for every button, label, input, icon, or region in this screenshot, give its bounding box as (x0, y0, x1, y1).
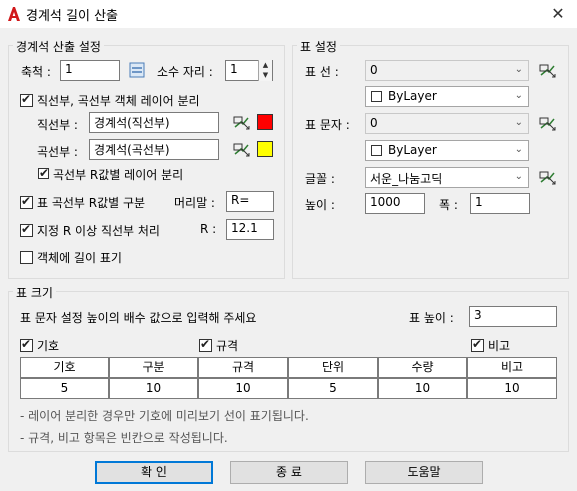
column-width-input[interactable]: 10 (467, 378, 557, 399)
font-combo[interactable]: 서운_나눔고딕 ⌄ (365, 167, 529, 188)
column-header: 구분 (109, 357, 198, 378)
split-layer-label: 직선부, 곡선부 객체 레이어 분리 (37, 94, 200, 108)
column-width-input[interactable]: 10 (198, 378, 288, 399)
table-curve-label: 표 곡선부 R값별 구분 (37, 196, 146, 210)
table-size-legend: 표 크기 (13, 284, 56, 301)
curve-label: 곡선부 : (37, 145, 78, 159)
text-layer-combo[interactable]: 0 ⌄ (365, 113, 529, 134)
spin-down-icon[interactable]: ▼ (259, 70, 272, 80)
calculator-icon[interactable] (129, 62, 145, 78)
settings-icon[interactable] (539, 168, 557, 186)
chevron-down-icon: ⌄ (514, 64, 523, 75)
scale-input[interactable]: 1 (60, 60, 120, 81)
show-length-label: 객체에 길이 표기 (37, 251, 122, 265)
text-color-value: ByLayer (388, 143, 437, 157)
text-width-input[interactable]: 1 (470, 193, 530, 214)
font-label: 글꼴 : (305, 172, 335, 186)
curve-r-split-label: 곡선부 R값별 레이어 분리 (53, 168, 184, 182)
remark-check-label: 비고 (488, 339, 511, 353)
width-label: 폭 : (439, 198, 458, 212)
r-over-checkbox[interactable] (20, 222, 33, 237)
calc-settings-legend: 경계석 산출 설정 (13, 38, 104, 55)
r-input[interactable]: 12.1 (226, 219, 274, 240)
column-header: 단위 (288, 357, 378, 378)
column-width-input[interactable]: 10 (109, 378, 198, 399)
column-width-input[interactable]: 5 (20, 378, 109, 399)
window-title: 경계석 길이 산출 (26, 9, 118, 24)
column-header: 규격 (198, 357, 288, 378)
column-width-input[interactable]: 10 (378, 378, 467, 399)
line-layer-combo[interactable]: 0 ⌄ (365, 60, 529, 81)
column-width-input[interactable]: 5 (288, 378, 378, 399)
curve-color-swatch[interactable] (257, 141, 273, 157)
close-button[interactable]: ✕ (547, 3, 569, 25)
column-header: 기호 (20, 357, 109, 378)
line-label: 표 선 : (305, 65, 339, 79)
show-length-checkbox[interactable] (20, 251, 33, 264)
straight-layer-input[interactable]: 경계석(직선부) (89, 112, 219, 133)
text-color-combo[interactable]: ByLayer ⌄ (365, 140, 529, 161)
split-layer-checkbox[interactable] (20, 92, 33, 107)
remark-checkbox[interactable] (471, 337, 484, 352)
r-over-label: 지정 R 이상 직선부 처리 (37, 224, 160, 238)
prefix-label: 머리말 : (174, 196, 215, 210)
column-header: 수량 (378, 357, 467, 378)
scale-label: 축척 : (21, 65, 51, 79)
line-color-value: ByLayer (388, 89, 437, 103)
chevron-down-icon: ⌄ (514, 117, 523, 128)
text-label: 표 문자 : (305, 118, 350, 132)
line-layer-value: 0 (370, 63, 378, 77)
chevron-down-icon: ⌄ (514, 171, 523, 182)
symbol-check-label: 기호 (37, 339, 60, 353)
help-button[interactable]: 도움말 (365, 461, 483, 484)
height-label: 높이 : (305, 198, 335, 212)
color-box (371, 91, 382, 102)
straight-label: 직선부 : (37, 118, 78, 132)
column-header: 비고 (467, 357, 557, 378)
table-settings-legend: 표 설정 (297, 38, 340, 55)
settings-icon[interactable] (539, 61, 557, 79)
spec-check-label: 규격 (216, 339, 239, 353)
note-blank-columns: - 규격, 비고 항목은 빈칸으로 작성됩니다. (20, 431, 228, 445)
chevron-down-icon: ⌄ (514, 144, 523, 155)
ok-button[interactable]: 확 인 (95, 461, 213, 484)
autocad-a-icon (8, 7, 20, 21)
straight-color-swatch[interactable] (257, 114, 273, 130)
curve-layer-input[interactable]: 경계석(곡선부) (89, 139, 219, 160)
symbol-checkbox[interactable] (20, 337, 33, 352)
table-curve-checkbox[interactable] (20, 194, 33, 209)
text-layer-value: 0 (370, 116, 378, 130)
spin-up-icon[interactable]: ▲ (259, 60, 272, 70)
color-box (371, 145, 382, 156)
line-color-combo[interactable]: ByLayer ⌄ (365, 86, 529, 107)
curve-r-split-checkbox[interactable] (38, 166, 49, 180)
r-label: R : (200, 222, 217, 236)
exit-button[interactable]: 종 료 (230, 461, 348, 484)
table-size-instruction: 표 문자 설정 높이의 배수 값으로 입력해 주세요 (20, 311, 257, 325)
prefix-input[interactable]: R= (226, 191, 274, 212)
font-value: 서운_나눔고딕 (370, 172, 443, 186)
table-height-input[interactable]: 3 (469, 306, 557, 327)
decimal-spinner[interactable]: ▲ ▼ (258, 60, 272, 81)
layer-pick-icon[interactable] (233, 113, 251, 131)
note-layer-preview: - 레이어 분리한 경우만 기호에 미리보기 선이 표기됩니다. (20, 409, 309, 423)
spec-checkbox[interactable] (199, 337, 212, 352)
layer-pick-icon[interactable] (233, 140, 251, 158)
decimal-label: 소수 자리 : (157, 65, 213, 79)
table-height-label: 표 높이 : (409, 311, 454, 325)
text-height-input[interactable]: 1000 (365, 193, 425, 214)
chevron-down-icon: ⌄ (514, 90, 523, 101)
settings-icon[interactable] (539, 114, 557, 132)
